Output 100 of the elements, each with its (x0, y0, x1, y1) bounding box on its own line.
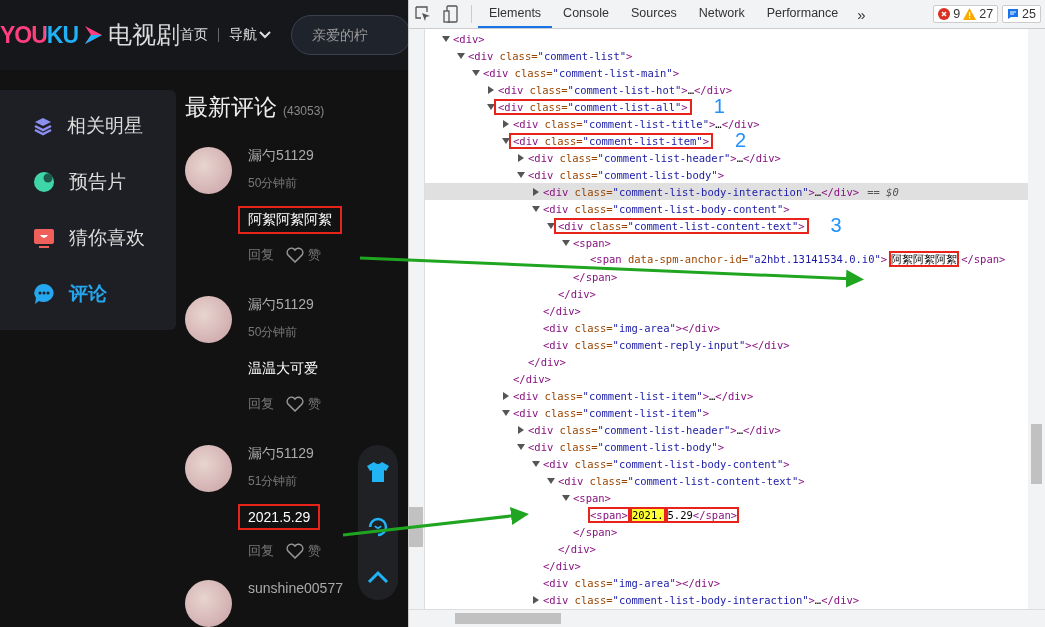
collapsed-arrow-icon[interactable] (533, 187, 539, 196)
expanded-arrow-icon[interactable] (517, 171, 525, 178)
comment-text: 温温大可爱 (247, 359, 319, 378)
nav-link[interactable]: 首页 (180, 26, 209, 44)
collapsed-arrow-icon[interactable] (518, 425, 524, 434)
message-icon (1007, 8, 1020, 20)
html-code-line[interactable]: </span> (569, 268, 622, 285)
expanded-arrow-icon[interactable] (547, 477, 555, 484)
devtools-tab[interactable]: Elements (478, 0, 553, 28)
expanded-arrow-icon[interactable] (532, 460, 540, 467)
html-code-line[interactable]: <div class="comment-list-body-interaction">…</div> (539, 591, 864, 608)
collapsed-arrow-icon[interactable] (503, 391, 509, 400)
collapsed-arrow-icon[interactable] (518, 153, 524, 162)
username[interactable]: sunshine00577 (248, 580, 343, 596)
expanded-arrow-icon[interactable] (547, 222, 555, 229)
heart-icon (286, 543, 304, 559)
expanded-arrow-icon[interactable] (502, 137, 510, 144)
html-code-line[interactable]: <div class="comment-list-body-content"> (539, 455, 794, 472)
html-code-line[interactable]: <span> (569, 489, 615, 506)
comment-time: 50分钟前 (248, 324, 298, 341)
username[interactable]: 漏勺51129 (248, 147, 314, 165)
tv-icon (33, 227, 55, 249)
html-code-line[interactable]: </div> (554, 540, 600, 557)
like-button[interactable]: 赞 (286, 246, 321, 264)
expanded-arrow-icon[interactable] (562, 239, 570, 246)
expanded-arrow-icon[interactable] (442, 35, 450, 42)
reply-button[interactable]: 回复 (248, 246, 274, 264)
html-code-line[interactable]: <div class="img-area"></div> (539, 574, 725, 591)
expanded-arrow-icon[interactable] (502, 409, 510, 416)
more-tabs-button[interactable]: » (849, 5, 874, 23)
html-code-line[interactable]: <div class="comment-list-item">…</div> (509, 387, 758, 404)
scrollbar-thumb[interactable] (409, 507, 423, 547)
devtools-tab[interactable]: Network (687, 0, 756, 28)
expanded-arrow-icon[interactable] (457, 52, 465, 59)
expanded-arrow-icon[interactable] (487, 103, 495, 110)
collapsed-arrow-icon[interactable] (533, 595, 539, 604)
html-code-line[interactable]: </span> (569, 523, 622, 540)
scrollbar-thumb[interactable] (1031, 424, 1042, 484)
username[interactable]: 漏勺51129 (248, 296, 314, 314)
circle-icon (33, 171, 55, 193)
html-code-line[interactable]: </div> (539, 557, 585, 574)
search-field[interactable]: 亲爱的柠 (291, 15, 408, 55)
chat-bubble-icon (33, 283, 55, 305)
messages-counter[interactable]: 25 (1002, 5, 1041, 23)
html-code-line[interactable]: <div class="comment-list-header">…</div> (524, 421, 785, 438)
html-code-line[interactable]: <div class="comment-list-header">…</div> (524, 149, 785, 166)
html-code-line[interactable]: <div class="img-area"></div> (539, 319, 725, 336)
html-code-line[interactable]: <div class="comment-list-title">…</div> (509, 115, 764, 132)
html-code-line[interactable]: <div class="comment-list-item"> (509, 404, 713, 421)
annotation-number: 2 (735, 129, 747, 152)
heart-icon (286, 247, 304, 263)
html-code-line[interactable]: </div> (509, 370, 555, 387)
html-code-line[interactable]: <div class="comment-list-body-interaction">…</div> (539, 183, 864, 200)
like-button[interactable]: 赞 (286, 542, 321, 560)
html-code-line[interactable]: <div class="comment-list-body"> (524, 166, 728, 183)
devtools-tab[interactable]: Console (552, 0, 620, 28)
nav-link[interactable]: 导航 (229, 26, 272, 44)
reply-button[interactable]: 回复 (248, 395, 274, 413)
html-code-line[interactable]: <div class="comment-list-body-content"> (539, 200, 794, 217)
html-code-line[interactable]: </div> (524, 353, 570, 370)
chevron-down-icon (259, 31, 272, 39)
expanded-arrow-icon[interactable] (532, 205, 540, 212)
selected-node-hint: == $0 (867, 185, 899, 198)
html-code-line[interactable]: <div class="comment-list-main"> (479, 64, 683, 81)
devtools-tab[interactable]: Sources (620, 0, 688, 28)
scroll-top-icon[interactable] (367, 570, 389, 585)
avatar-circle[interactable] (185, 445, 232, 492)
expanded-arrow-icon[interactable] (517, 443, 525, 450)
avatar-circle[interactable] (185, 296, 232, 343)
username[interactable]: 漏勺51129 (248, 445, 314, 463)
warning-count: 27 (979, 7, 994, 21)
scrollbar-thumb[interactable] (455, 613, 561, 624)
html-code-line[interactable]: <div class="comment-list"> (464, 47, 637, 64)
sidebar-item[interactable]: 评论 (0, 280, 176, 308)
avatar-circle[interactable] (185, 147, 232, 194)
like-button[interactable]: 赞 (286, 395, 321, 413)
html-code-line[interactable]: <div class="comment-list-body"> (524, 438, 728, 455)
html-code-line[interactable]: <div class="comment-list-hot">…</div> (494, 81, 736, 98)
sidebar-item[interactable]: 预告片 (0, 168, 176, 196)
html-code-line[interactable]: <span data-spm-anchor-id="a2hbt.13141534.0.i0"> 阿絮阿絮阿絮 </span> (584, 250, 1012, 269)
sidebar-item[interactable]: 猜你喜欢 (0, 224, 176, 252)
comment-text: 阿絮阿絮阿絮 (238, 206, 342, 234)
expanded-arrow-icon[interactable] (472, 69, 480, 76)
html-code-line[interactable]: <div> (449, 30, 489, 47)
collapsed-arrow-icon[interactable] (488, 85, 494, 94)
avatar-circle[interactable] (185, 580, 232, 627)
collapsed-arrow-icon[interactable] (503, 119, 509, 128)
annotation-number: 1 (713, 95, 725, 118)
issues-counter[interactable]: 9 27 (933, 5, 999, 23)
html-code-line[interactable]: <span> (569, 234, 615, 251)
html-code-line[interactable]: <span> 2021. 5.29</span> (584, 506, 744, 523)
shirt-icon[interactable] (366, 460, 390, 483)
reply-button[interactable]: 回复 (248, 542, 274, 560)
html-code-line[interactable]: </div> (554, 285, 600, 302)
expanded-arrow-icon[interactable] (562, 494, 570, 501)
html-code-line[interactable]: <div class="comment-reply-input"></div> (539, 336, 794, 353)
html-code-line[interactable]: <div class="comment-list-content-text"> (554, 472, 809, 489)
devtools-tab[interactable]: Performance (755, 0, 850, 28)
html-code-line[interactable]: </div> (539, 302, 585, 319)
sidebar-item[interactable]: 相关明星 (0, 112, 176, 140)
